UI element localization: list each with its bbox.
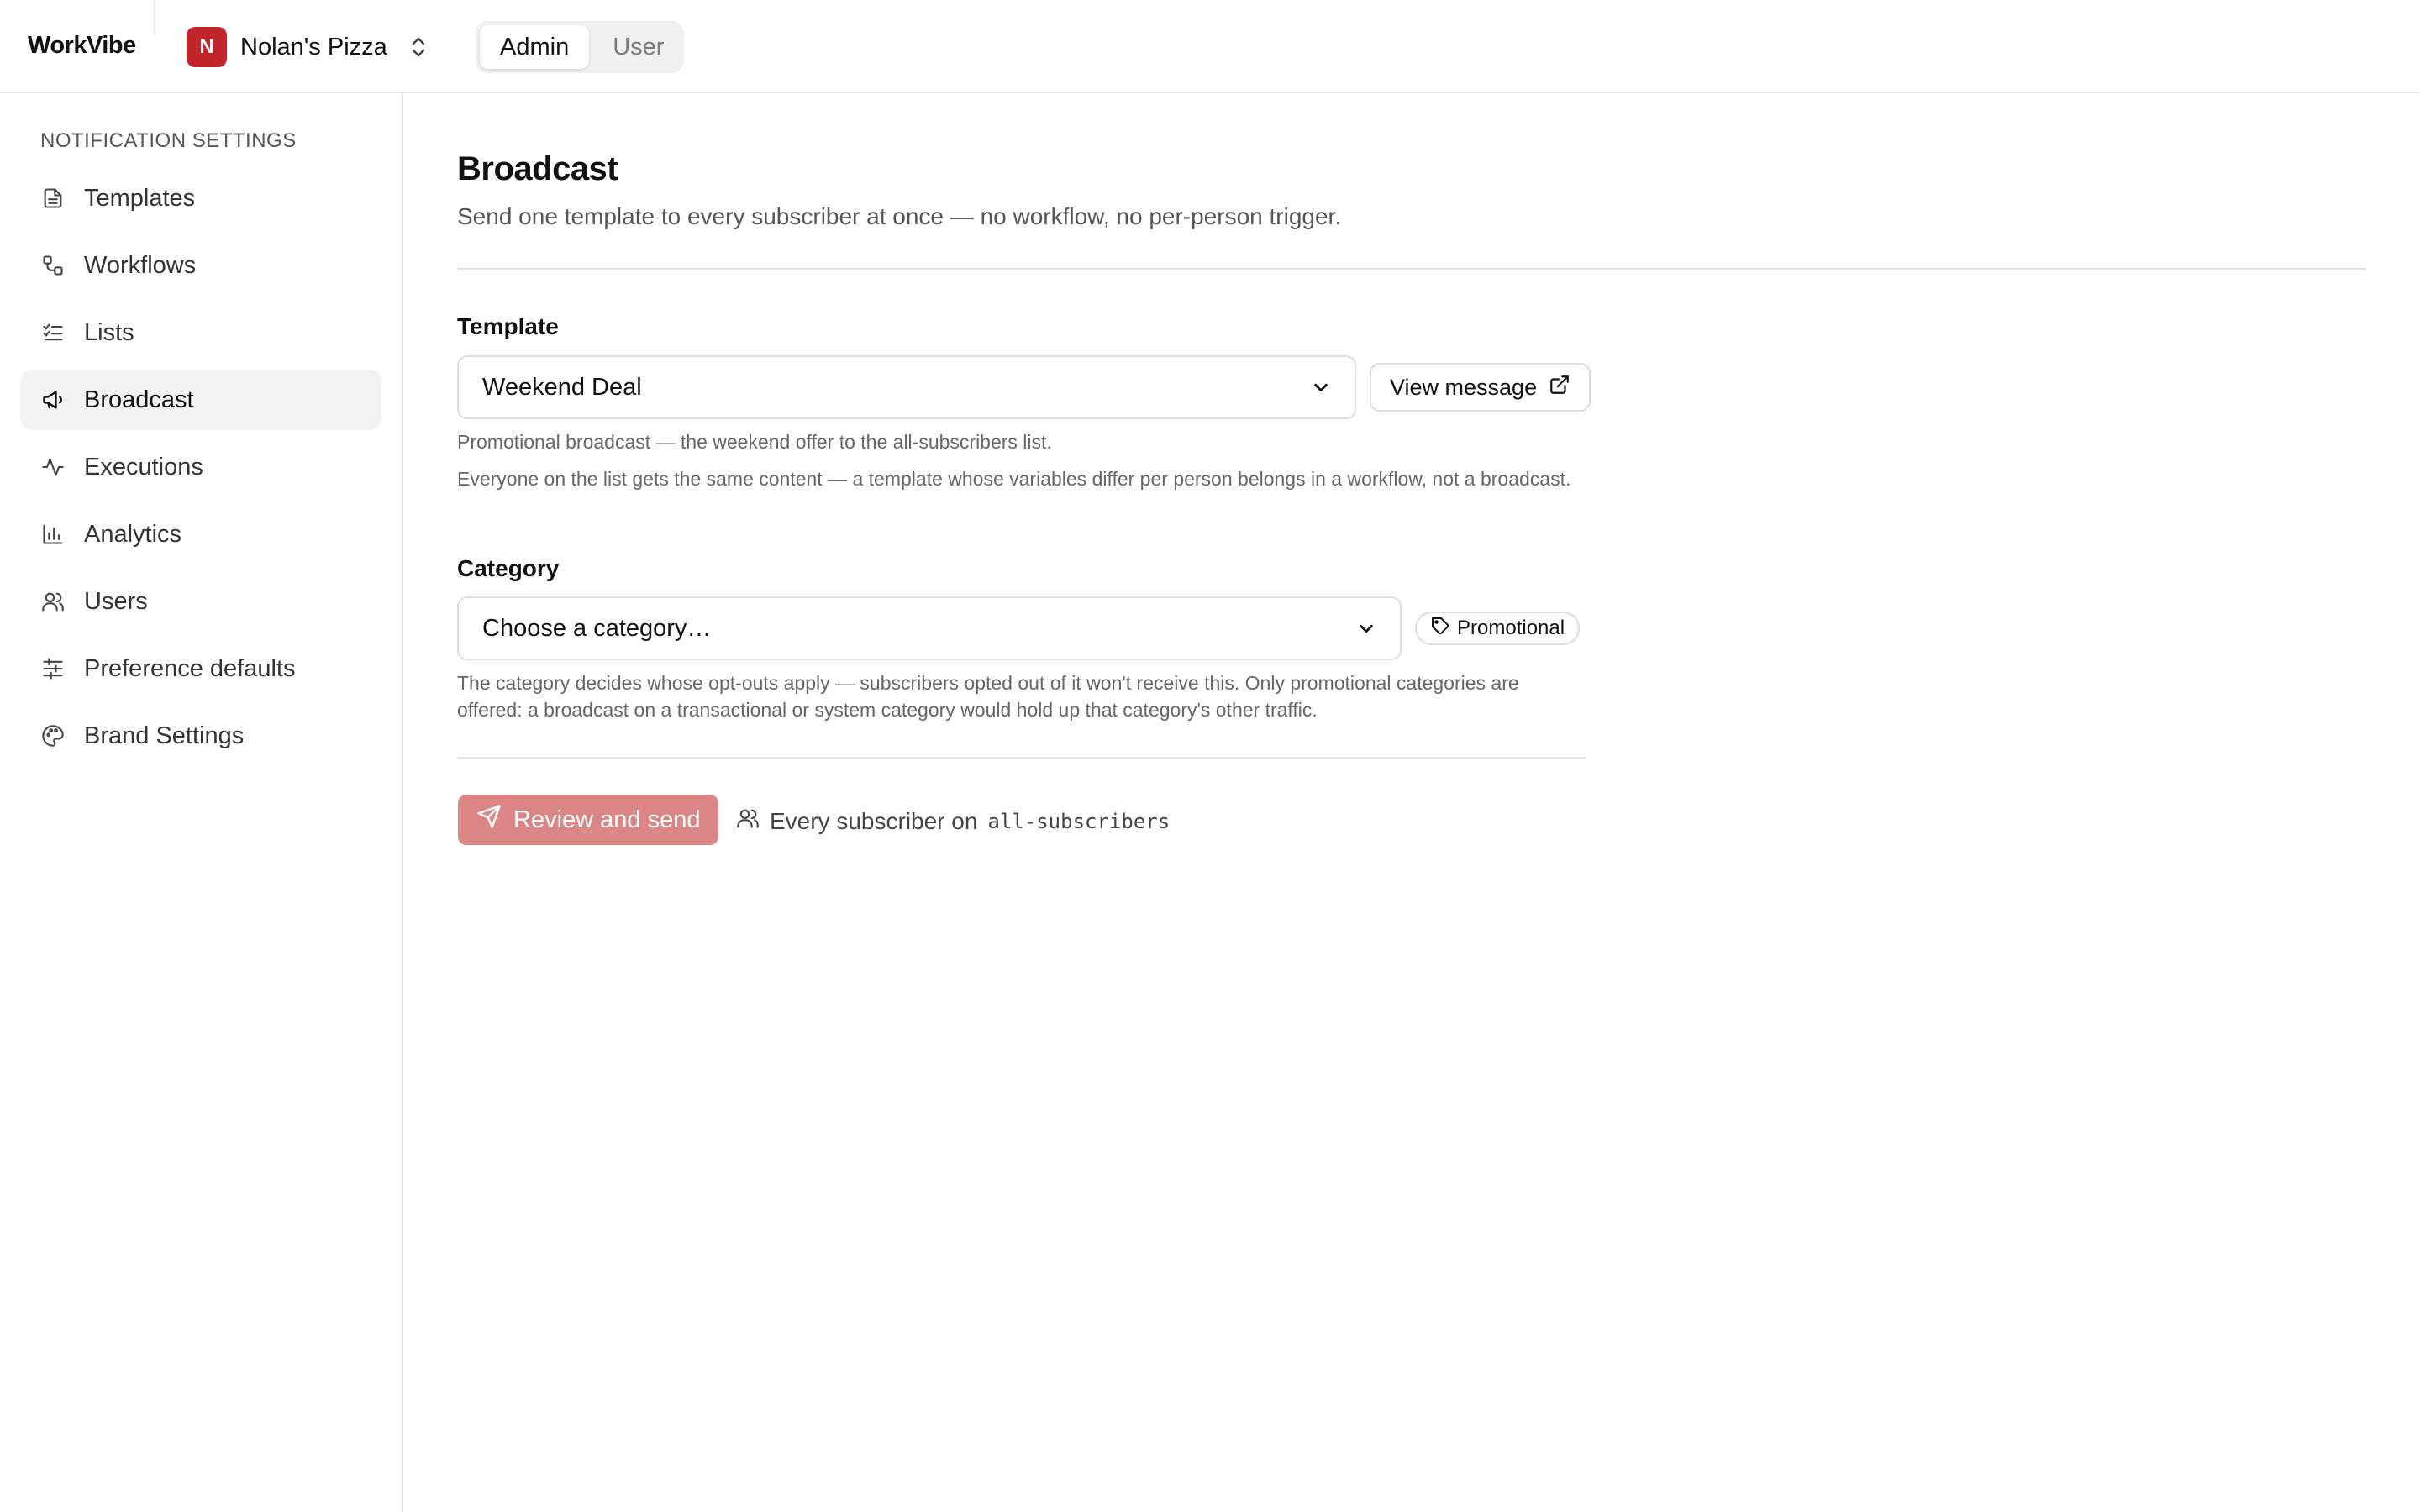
category-tag-label: Promotional [1457,617,1565,639]
external-link-icon [1549,374,1570,402]
org-switcher[interactable]: N Nolan's Pizza [187,26,431,68]
review-and-send-label: Review and send [513,806,701,833]
sidebar-heading: NOTIFICATION SETTINGS [40,129,297,152]
top-bar: WorkVibe N Nolan's Pizza Admin User [0,0,2420,93]
sidebar-item-label: Preference defaults [84,654,296,682]
audience-prefix: Every subscriber on [770,807,978,834]
sidebar-item-workflows[interactable]: Workflows [20,235,381,296]
template-description: Promotional broadcast — the weekend offe… [457,431,1052,453]
palette-icon [40,723,66,748]
actions-divider [457,757,1586,759]
chevron-down-icon [1311,377,1331,397]
sidebar-item-broadcast[interactable]: Broadcast [20,370,381,430]
audience-list-name: all-subscribers [987,809,1171,833]
sidebar-item-label: Broadcast [84,386,194,413]
sidebar-item-label: Templates [84,184,196,212]
sidebar-item-label: Lists [84,318,134,346]
sidebar-item-label: Brand Settings [84,722,245,749]
org-name: Nolan's Pizza [240,33,387,60]
app-logo[interactable]: WorkVibe [28,32,136,60]
sidebar-item-brand-settings[interactable]: Brand Settings [20,706,381,766]
header-divider [457,268,2366,270]
template-note: Everyone on the list gets the same conte… [457,468,1571,490]
audience-summary: Every subscriber on all-subscribers [736,806,1170,836]
sliders-icon [40,656,66,681]
page-title: Broadcast [457,150,618,187]
role-toggle: Admin User [476,21,684,73]
sidebar-item-label: Users [84,587,148,615]
category-select[interactable]: Choose a category… [457,596,1402,660]
sidebar-item-label: Analytics [84,520,182,548]
template-label: Template [457,313,559,339]
view-message-label: View message [1390,374,1538,400]
sidebar-item-preference-defaults[interactable]: Preference defaults [20,638,381,699]
send-icon [476,804,502,836]
org-avatar: N [187,27,227,67]
role-user-button[interactable]: User [592,25,684,69]
chevron-up-down-icon [406,34,431,60]
users-icon [40,589,66,614]
sidebar-item-label: Executions [84,453,203,480]
activity-icon [40,454,66,480]
sidebar-item-templates[interactable]: Templates [20,168,381,228]
page-subtitle: Send one template to every subscriber at… [457,203,1342,229]
category-help: The category decides whose opt-outs appl… [457,672,1519,721]
template-select[interactable]: Weekend Deal [457,355,1356,419]
sidebar: NOTIFICATION SETTINGS Templates Workflow… [0,93,403,1512]
category-label: Category [457,555,560,581]
sidebar-item-executions[interactable]: Executions [20,437,381,497]
sidebar-item-label: Workflows [84,251,197,279]
view-message-button[interactable]: View message [1370,363,1591,412]
review-and-send-button[interactable]: Review and send [458,795,719,845]
category-select-value: Choose a category… [482,614,712,642]
chevron-down-icon [1356,618,1376,638]
document-icon [40,186,66,211]
sidebar-item-analytics[interactable]: Analytics [20,504,381,564]
workflow-icon [40,253,66,278]
category-tag: Promotional [1415,612,1581,645]
sidebar-nav: Templates Workflows Lists Broadcast Exec… [20,168,381,773]
tag-icon [1430,616,1450,642]
brand-divider [154,0,155,34]
users-icon [736,806,760,836]
template-select-value: Weekend Deal [482,373,642,401]
sidebar-item-lists[interactable]: Lists [20,302,381,363]
role-admin-button[interactable]: Admin [480,25,590,69]
sidebar-item-users[interactable]: Users [20,571,381,632]
bar-chart-icon [40,522,66,547]
checklist-icon [40,320,66,345]
megaphone-icon [40,387,66,412]
